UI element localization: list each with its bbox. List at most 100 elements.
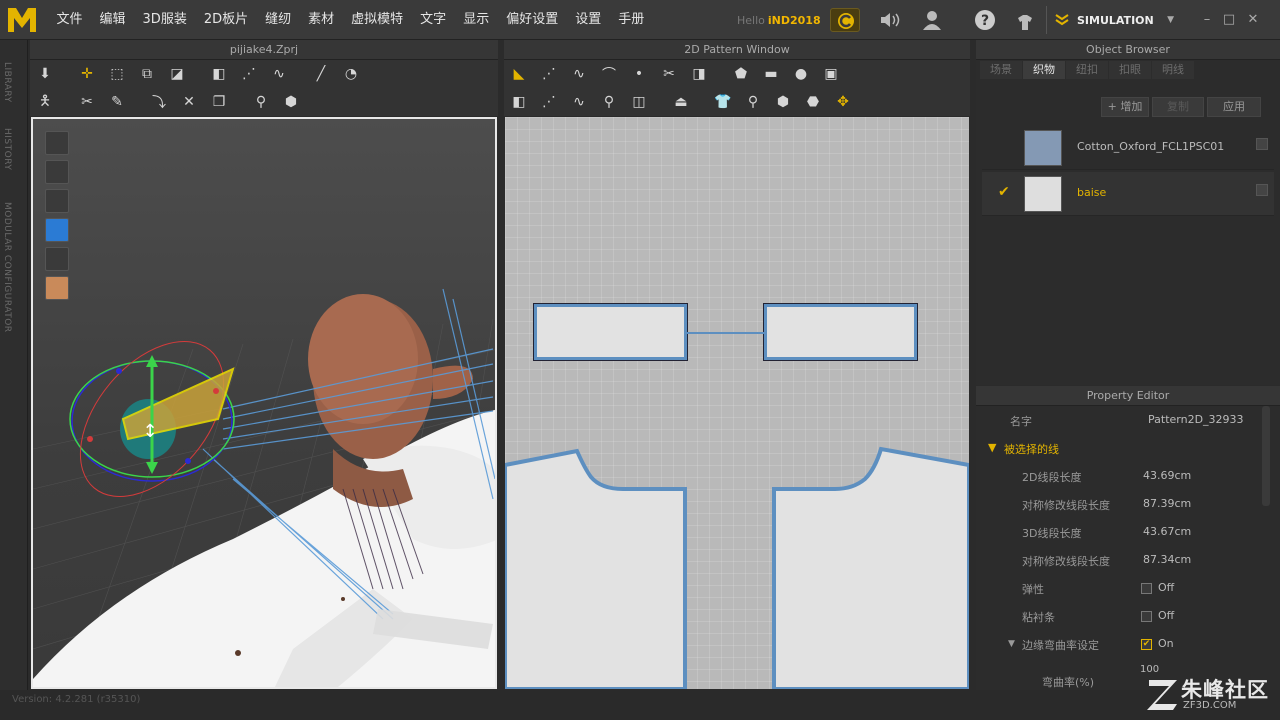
avatar-pose-icon[interactable]: 🯅	[30, 90, 60, 114]
shirt-front-icon[interactable]	[45, 131, 69, 155]
chevron-down-icon[interactable]: ▼	[1008, 639, 1015, 649]
shirt-icon[interactable]: 👕	[708, 90, 738, 114]
menu-sewing[interactable]: 缝纫	[257, 0, 300, 40]
section-selected-line[interactable]: ▼ 被选择的线	[976, 434, 1258, 462]
menu-text[interactable]: 文字	[412, 0, 455, 40]
iron-icon[interactable]: ⏏	[666, 90, 696, 114]
tack-icon[interactable]: ◫	[624, 90, 654, 114]
property-row-curvature: ▼ 边缘弯曲率设定 ✔ On	[976, 630, 1258, 658]
tape-checkbox[interactable]	[1141, 611, 1152, 622]
segment-icon[interactable]: ⋰	[234, 62, 264, 86]
segment-sew-icon[interactable]: ◧	[504, 90, 534, 114]
menu-2d-pattern[interactable]: 2D板片	[195, 0, 256, 40]
tab-topstitch[interactable]: 明线	[1152, 61, 1194, 79]
property-label: 粘衬条	[1022, 611, 1055, 624]
maximize-button[interactable]: □	[1219, 12, 1239, 28]
pin-tool-icon[interactable]: ⚲	[246, 90, 276, 114]
sew-tool-icon[interactable]: ✂	[72, 90, 102, 114]
minimize-button[interactable]: –	[1197, 12, 1217, 28]
curve-point-icon[interactable]: ⌒	[594, 62, 624, 86]
view2d-viewport[interactable]	[505, 117, 969, 689]
close-button[interactable]: ✕	[1243, 12, 1263, 28]
pattern-grid-icon[interactable]: ⬣	[798, 90, 828, 114]
shirt-back-icon[interactable]	[45, 160, 69, 184]
elastic-checkbox[interactable]	[1141, 583, 1152, 594]
menu-manual[interactable]: 手册	[610, 0, 653, 40]
chevron-down-icon: ▼	[1167, 15, 1174, 25]
eraser-icon[interactable]	[45, 247, 69, 271]
fabric-item[interactable]: Cotton_Oxford_FCL1PSC01	[982, 126, 1274, 170]
tab-history[interactable]: HISTORY	[2, 128, 24, 170]
free-sew-icon[interactable]: ⋰	[534, 90, 564, 114]
view3d-viewport[interactable]: ↕	[31, 117, 497, 689]
transform-pattern-icon[interactable]: ◣	[504, 62, 534, 86]
curvature-checkbox[interactable]: ✔	[1141, 639, 1152, 650]
fabric-name: Cotton_Oxford_FCL1PSC01	[1077, 140, 1225, 153]
menu-preferences[interactable]: 偏好设置	[498, 0, 567, 40]
edit-sew-icon[interactable]: ⚲	[594, 90, 624, 114]
fold-icon[interactable]: ◪	[162, 62, 192, 86]
menu-display[interactable]: 显示	[455, 0, 498, 40]
copy-tool-icon[interactable]: ❐	[204, 90, 234, 114]
polygon-icon[interactable]: ⬟	[726, 62, 756, 86]
help-icon[interactable]: ?	[970, 8, 1000, 32]
add-button[interactable]: + 增加	[1101, 97, 1149, 117]
tab-scene[interactable]: 场景	[980, 61, 1022, 79]
fabric-view-icon[interactable]	[45, 218, 69, 242]
edit-curve-icon[interactable]: ∿	[564, 62, 594, 86]
menu-materials[interactable]: 素材	[300, 0, 343, 40]
property-value[interactable]: Pattern2D_32933	[1148, 413, 1244, 426]
add-point-icon[interactable]: •	[624, 62, 654, 86]
move-icon[interactable]: ✛	[72, 62, 102, 86]
cut-icon[interactable]: ✂	[654, 62, 684, 86]
scrollbar[interactable]	[1262, 406, 1270, 506]
fabric-item[interactable]: ✔ baise	[982, 172, 1274, 216]
pin-2d-icon[interactable]: ⚲	[738, 90, 768, 114]
grain-icon[interactable]: ⬢	[768, 90, 798, 114]
circle-icon[interactable]: ●	[786, 62, 816, 86]
property-label: 对称修改线段长度	[1022, 499, 1110, 512]
simulation-mode-select[interactable]: SIMULATION ▼	[1046, 6, 1182, 34]
menu-settings[interactable]: 设置	[567, 0, 610, 40]
property-label: 2D线段长度	[1022, 471, 1082, 484]
split-icon[interactable]: ◨	[684, 62, 714, 86]
cloud-icon[interactable]	[830, 8, 860, 32]
arrange-icon[interactable]: ⤵	[144, 90, 174, 114]
edit-point-icon[interactable]: ⋰	[534, 62, 564, 86]
property-label: 弯曲率(%)	[1042, 676, 1095, 689]
pin-icon[interactable]: ◧	[204, 62, 234, 86]
curve-icon[interactable]: ∿	[264, 62, 294, 86]
skin-icon[interactable]	[45, 276, 69, 300]
stitch-icon[interactable]: ✎	[102, 90, 132, 114]
menu-avatar[interactable]: 虚拟模特	[343, 0, 412, 40]
transform-box-icon[interactable]: ⧉	[132, 62, 162, 86]
copy-button[interactable]: 复制	[1152, 97, 1204, 117]
internal-shape-icon[interactable]: ▣	[816, 62, 846, 86]
tab-button[interactable]: 纽扣	[1066, 61, 1108, 79]
curve-sew-icon[interactable]: ∿	[564, 90, 594, 114]
fabric-grid-icon[interactable]: ⬢	[276, 90, 306, 114]
rectangle-icon[interactable]: ▬	[756, 62, 786, 86]
tab-buttonhole[interactable]: 扣眼	[1109, 61, 1151, 79]
gizmo-icon[interactable]: ✥	[828, 90, 858, 114]
user-name[interactable]: iND2018	[768, 14, 821, 27]
property-label: 弹性	[1022, 583, 1044, 596]
export-icon[interactable]	[1256, 138, 1268, 150]
export-icon[interactable]	[1256, 184, 1268, 196]
arrow-down-icon[interactable]: ⬇	[30, 62, 60, 86]
user-icon[interactable]	[917, 8, 947, 32]
select-box-icon[interactable]: ⬚	[102, 62, 132, 86]
line-tool-icon[interactable]: ╱	[306, 62, 336, 86]
menu-edit[interactable]: 编辑	[91, 0, 134, 40]
x-tool-icon[interactable]: ✕	[174, 90, 204, 114]
menu-file[interactable]: 文件	[48, 0, 91, 40]
tab-fabric[interactable]: 织物	[1023, 61, 1065, 79]
tab-modular-configurator[interactable]: MODULAR CONFIGURATOR	[2, 202, 24, 333]
avatar-icon[interactable]	[1010, 8, 1040, 32]
tab-library[interactable]: LIBRARY	[2, 62, 24, 103]
menu-3d-garment[interactable]: 3D服装	[134, 0, 195, 40]
apply-button[interactable]: 应用	[1207, 97, 1261, 117]
tape-icon[interactable]: ◔	[336, 62, 366, 86]
speaker-icon[interactable]	[874, 8, 904, 32]
avatar-view-icon[interactable]	[45, 189, 69, 213]
